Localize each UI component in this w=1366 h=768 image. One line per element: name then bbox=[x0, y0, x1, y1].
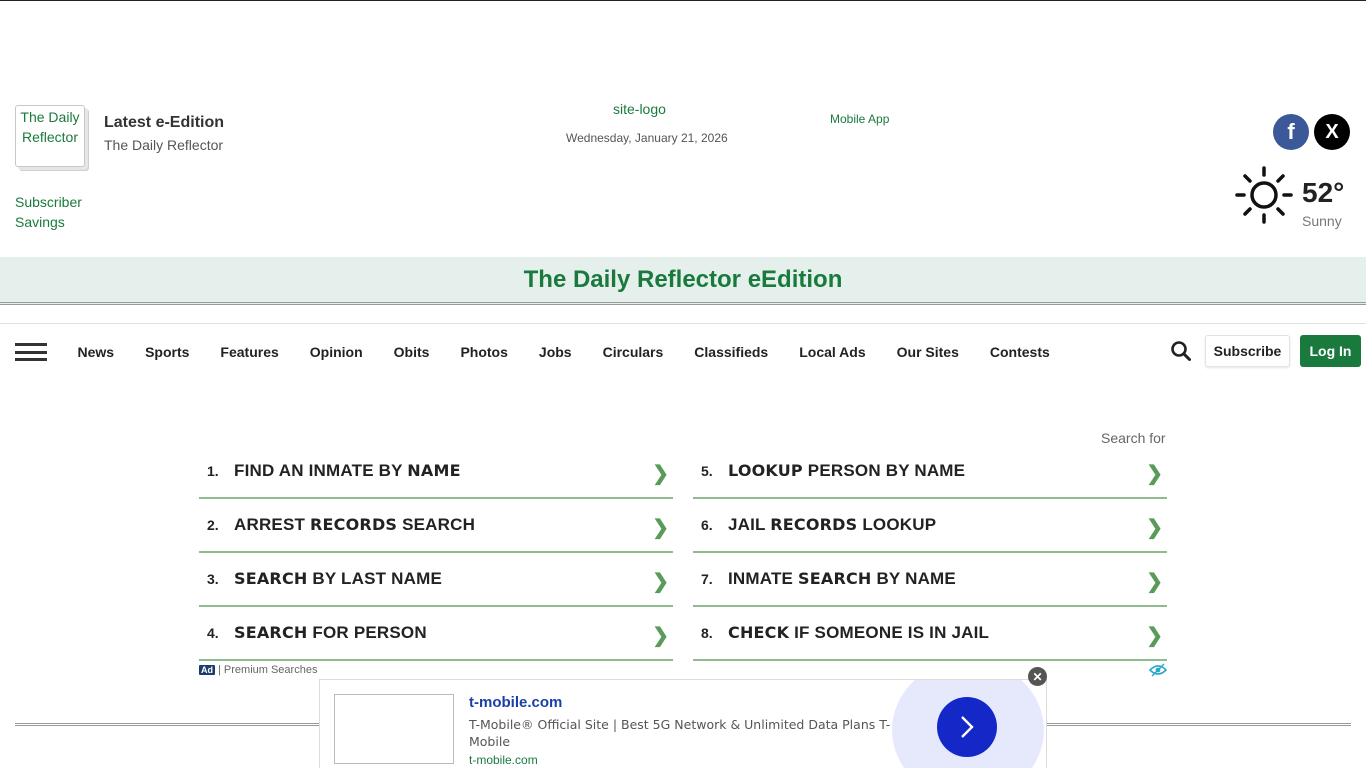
ad-row-text: SEARCH BY LAST NAME bbox=[234, 569, 443, 588]
current-date: Wednesday, January 21, 2026 bbox=[566, 131, 728, 145]
banner-divider bbox=[0, 323, 1366, 324]
eedition-title-link[interactable]: Latest e-Edition bbox=[104, 114, 224, 132]
ad-search-row[interactable]: 2. ARREST RECORDS SEARCH ❯ bbox=[199, 499, 673, 553]
chevron-right-icon: ❯ bbox=[1146, 517, 1163, 539]
search-icon[interactable] bbox=[1170, 340, 1192, 362]
chevron-right-icon: ❯ bbox=[652, 463, 669, 485]
chevron-right-icon: ❯ bbox=[1146, 625, 1163, 647]
chevron-right-icon[interactable] bbox=[937, 697, 997, 757]
chevron-right-icon: ❯ bbox=[1146, 463, 1163, 485]
ad-row-text: CHECK IF SOMEONE IS IN JAIL bbox=[728, 623, 990, 642]
ad-badge[interactable]: Ad bbox=[199, 665, 215, 675]
ad-row-number: 7. bbox=[701, 571, 713, 587]
ad-footer: Ad | Premium Searches bbox=[199, 664, 317, 676]
nav-item-classifieds[interactable]: Classifieds bbox=[679, 343, 784, 361]
ad-row-text: JAIL RECORDS LOOKUP bbox=[728, 515, 937, 534]
nav-item-features[interactable]: Features bbox=[205, 343, 294, 361]
nav-item-jobs[interactable]: Jobs bbox=[523, 343, 587, 361]
search-for-label: Search for bbox=[1101, 430, 1166, 446]
ad-search-row[interactable]: 4. SEARCH FOR PERSON ❯ bbox=[199, 607, 673, 661]
ad-url[interactable]: t-mobile.com bbox=[469, 753, 538, 767]
ad-row-text: INMATE SEARCH BY NAME bbox=[728, 569, 956, 588]
chevron-right-icon: ❯ bbox=[1146, 571, 1163, 593]
ad-search-column-right: 5. LOOKUP PERSON BY NAME ❯ 6. JAIL RECOR… bbox=[693, 445, 1167, 661]
subscriber-savings-link[interactable]: Subscriber Savings bbox=[15, 192, 125, 232]
nav-item-sports[interactable]: Sports bbox=[130, 343, 205, 361]
eedition-thumbnail[interactable]: The Daily Reflector bbox=[15, 105, 85, 167]
ad-row-text: LOOKUP PERSON BY NAME bbox=[728, 461, 966, 480]
eye-icon[interactable] bbox=[1149, 663, 1167, 677]
nav-item-obits[interactable]: Obits bbox=[378, 343, 445, 361]
ad-row-number: 3. bbox=[207, 571, 219, 587]
banner-title: The Daily Reflector eEdition bbox=[523, 265, 843, 293]
ad-row-number: 4. bbox=[207, 625, 219, 641]
x-twitter-icon[interactable]: X bbox=[1314, 114, 1350, 150]
ad-search-row[interactable]: 1. FIND AN INMATE BY NAME ❯ bbox=[199, 445, 673, 499]
nav-item-news[interactable]: News bbox=[62, 343, 130, 361]
eedition-subtitle: The Daily Reflector bbox=[104, 137, 224, 153]
chevron-right-icon: ❯ bbox=[652, 571, 669, 593]
eedition-banner: The Daily Reflector eEdition bbox=[0, 257, 1366, 305]
sun-icon bbox=[1235, 166, 1293, 224]
close-icon[interactable]: ✕ bbox=[1028, 667, 1047, 686]
ad-title[interactable]: t-mobile.com bbox=[469, 694, 562, 711]
ad-search-row[interactable]: 6. JAIL RECORDS LOOKUP ❯ bbox=[693, 499, 1167, 553]
ad-row-number: 2. bbox=[207, 517, 219, 533]
weather-condition: Sunny bbox=[1302, 213, 1342, 229]
ad-row-text: ARREST RECORDS SEARCH bbox=[234, 515, 476, 534]
chevron-right-icon: ❯ bbox=[652, 517, 669, 539]
premium-searches-label: | Premium Searches bbox=[218, 664, 318, 676]
ad-search-row[interactable]: 8. CHECK IF SOMEONE IS IN JAIL ❯ bbox=[693, 607, 1167, 661]
site-logo[interactable]: site-logo bbox=[613, 101, 666, 117]
ad-description: T-Mobile® Official Site | Best 5G Networ… bbox=[469, 717, 891, 749]
ad-search-row[interactable]: 3. SEARCH BY LAST NAME ❯ bbox=[199, 553, 673, 607]
ad-search-column-left: 1. FIND AN INMATE BY NAME ❯ 2. ARREST RE… bbox=[199, 445, 673, 661]
nav-item-photos[interactable]: Photos bbox=[445, 343, 523, 361]
facebook-icon[interactable]: f bbox=[1273, 114, 1309, 150]
nav-item-our-sites[interactable]: Our Sites bbox=[881, 343, 974, 361]
ad-search-row[interactable]: 5. LOOKUP PERSON BY NAME ❯ bbox=[693, 445, 1167, 499]
ad-row-text: FIND AN INMATE BY NAME bbox=[234, 461, 461, 480]
chevron-right-icon: ❯ bbox=[652, 625, 669, 647]
nav-item-circulars[interactable]: Circulars bbox=[587, 343, 679, 361]
sticky-bottom-ad[interactable]: t-mobile.com T-Mobile® Official Site | B… bbox=[319, 679, 1047, 768]
ad-row-number: 5. bbox=[701, 463, 713, 479]
eedition-thumbnail-alt: The Daily Reflector bbox=[20, 109, 80, 145]
ad-row-number: 6. bbox=[701, 517, 713, 533]
ad-row-text: SEARCH FOR PERSON bbox=[234, 623, 427, 642]
ad-row-number: 1. bbox=[207, 463, 219, 479]
ad-search-row[interactable]: 7. INMATE SEARCH BY NAME ❯ bbox=[693, 553, 1167, 607]
weather-temperature: 52° bbox=[1302, 177, 1345, 208]
ad-row-number: 8. bbox=[701, 625, 713, 641]
subscribe-button[interactable]: Subscribe bbox=[1205, 335, 1290, 367]
main-nav: News Sports Features Opinion Obits Photo… bbox=[62, 343, 1065, 361]
mobile-app-link[interactable]: Mobile App bbox=[830, 112, 889, 126]
hamburger-menu-icon[interactable] bbox=[15, 343, 47, 361]
nav-item-local-ads[interactable]: Local Ads bbox=[784, 343, 881, 361]
facebook-glyph: f bbox=[1287, 119, 1295, 144]
login-button[interactable]: Log In bbox=[1300, 335, 1361, 367]
x-glyph: X bbox=[1325, 120, 1339, 143]
nav-item-contests[interactable]: Contests bbox=[974, 343, 1065, 361]
ad-image-placeholder[interactable] bbox=[334, 694, 454, 764]
nav-item-opinion[interactable]: Opinion bbox=[294, 343, 378, 361]
